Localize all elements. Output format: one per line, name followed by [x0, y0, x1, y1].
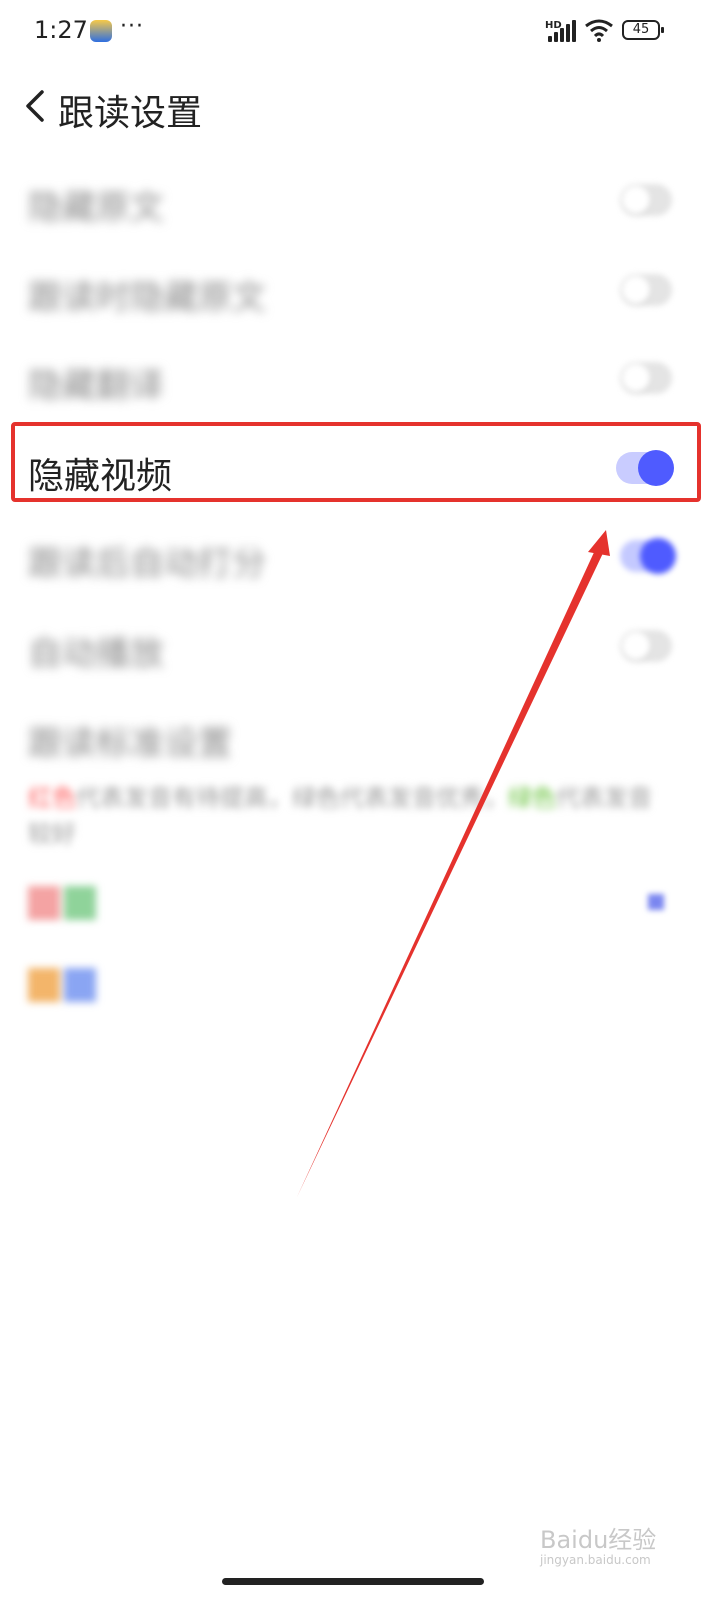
back-arrow-icon[interactable]: [20, 86, 56, 126]
watermark: Baidu经验 jingyan.baidu.com: [540, 1520, 656, 1567]
orange-swatch: [28, 968, 60, 1002]
setting-label: 隐藏翻译: [28, 366, 164, 406]
home-indicator[interactable]: [222, 1578, 484, 1585]
setting-label: 自动播放: [28, 634, 164, 674]
red-swatch: [28, 886, 60, 920]
toggle-switch[interactable]: [620, 184, 672, 216]
setting-label: 跟读时隐藏原文: [28, 278, 266, 318]
score-description: 红色代表发音有待提高，绿色代表发音优秀，绿色代表发音较好: [28, 780, 668, 852]
green-swatch: [64, 886, 96, 920]
hide-video-toggle[interactable]: [616, 450, 674, 486]
swatch-marker-icon: [648, 894, 664, 910]
setting-label: 跟读标准设置: [28, 724, 232, 764]
status-time: 1:27: [34, 16, 88, 44]
setting-row-hide-translation[interactable]: 隐藏翻译: [0, 340, 720, 420]
signal-icon: [548, 20, 576, 42]
battery-icon: 45: [622, 20, 664, 40]
setting-row-auto-score[interactable]: 跟读后自动打分: [0, 518, 720, 598]
desc-green: 绿色: [508, 784, 556, 812]
toggle-switch[interactable]: [620, 630, 672, 662]
toggle-switch[interactable]: [620, 274, 672, 306]
status-bar: 1:27 ··· HD 45: [0, 0, 720, 64]
watermark-brand: Baidu经验: [540, 1526, 657, 1554]
setting-row-autoplay[interactable]: 自动播放: [0, 608, 720, 688]
toggle-switch[interactable]: [620, 538, 676, 574]
page-title: 跟读设置: [58, 93, 203, 134]
color-swatch-row-1[interactable]: [28, 886, 96, 920]
app-notification-icon: [90, 20, 112, 42]
desc-red: 红色: [28, 784, 76, 812]
color-swatch-row-2[interactable]: [28, 968, 96, 1002]
blue-swatch: [64, 968, 96, 1002]
setting-row-hide-original-while-reading[interactable]: 跟读时隐藏原文: [0, 252, 720, 332]
desc-mid: 代表发音有待提高，绿色代表发音优秀，: [76, 784, 508, 812]
setting-row-score-standard[interactable]: 跟读标准设置: [0, 698, 720, 778]
setting-row-hide-original[interactable]: 隐藏原文: [0, 162, 720, 242]
setting-label-hide-video: 隐藏视频: [28, 456, 173, 497]
watermark-url: jingyan.baidu.com: [540, 1553, 651, 1567]
more-notifications-icon: ···: [120, 14, 144, 39]
setting-label: 跟读后自动打分: [28, 544, 266, 584]
toggle-switch[interactable]: [620, 362, 672, 394]
page-header: 跟读设置: [0, 72, 720, 142]
wifi-icon: [585, 19, 613, 42]
setting-label: 隐藏原文: [28, 188, 164, 228]
